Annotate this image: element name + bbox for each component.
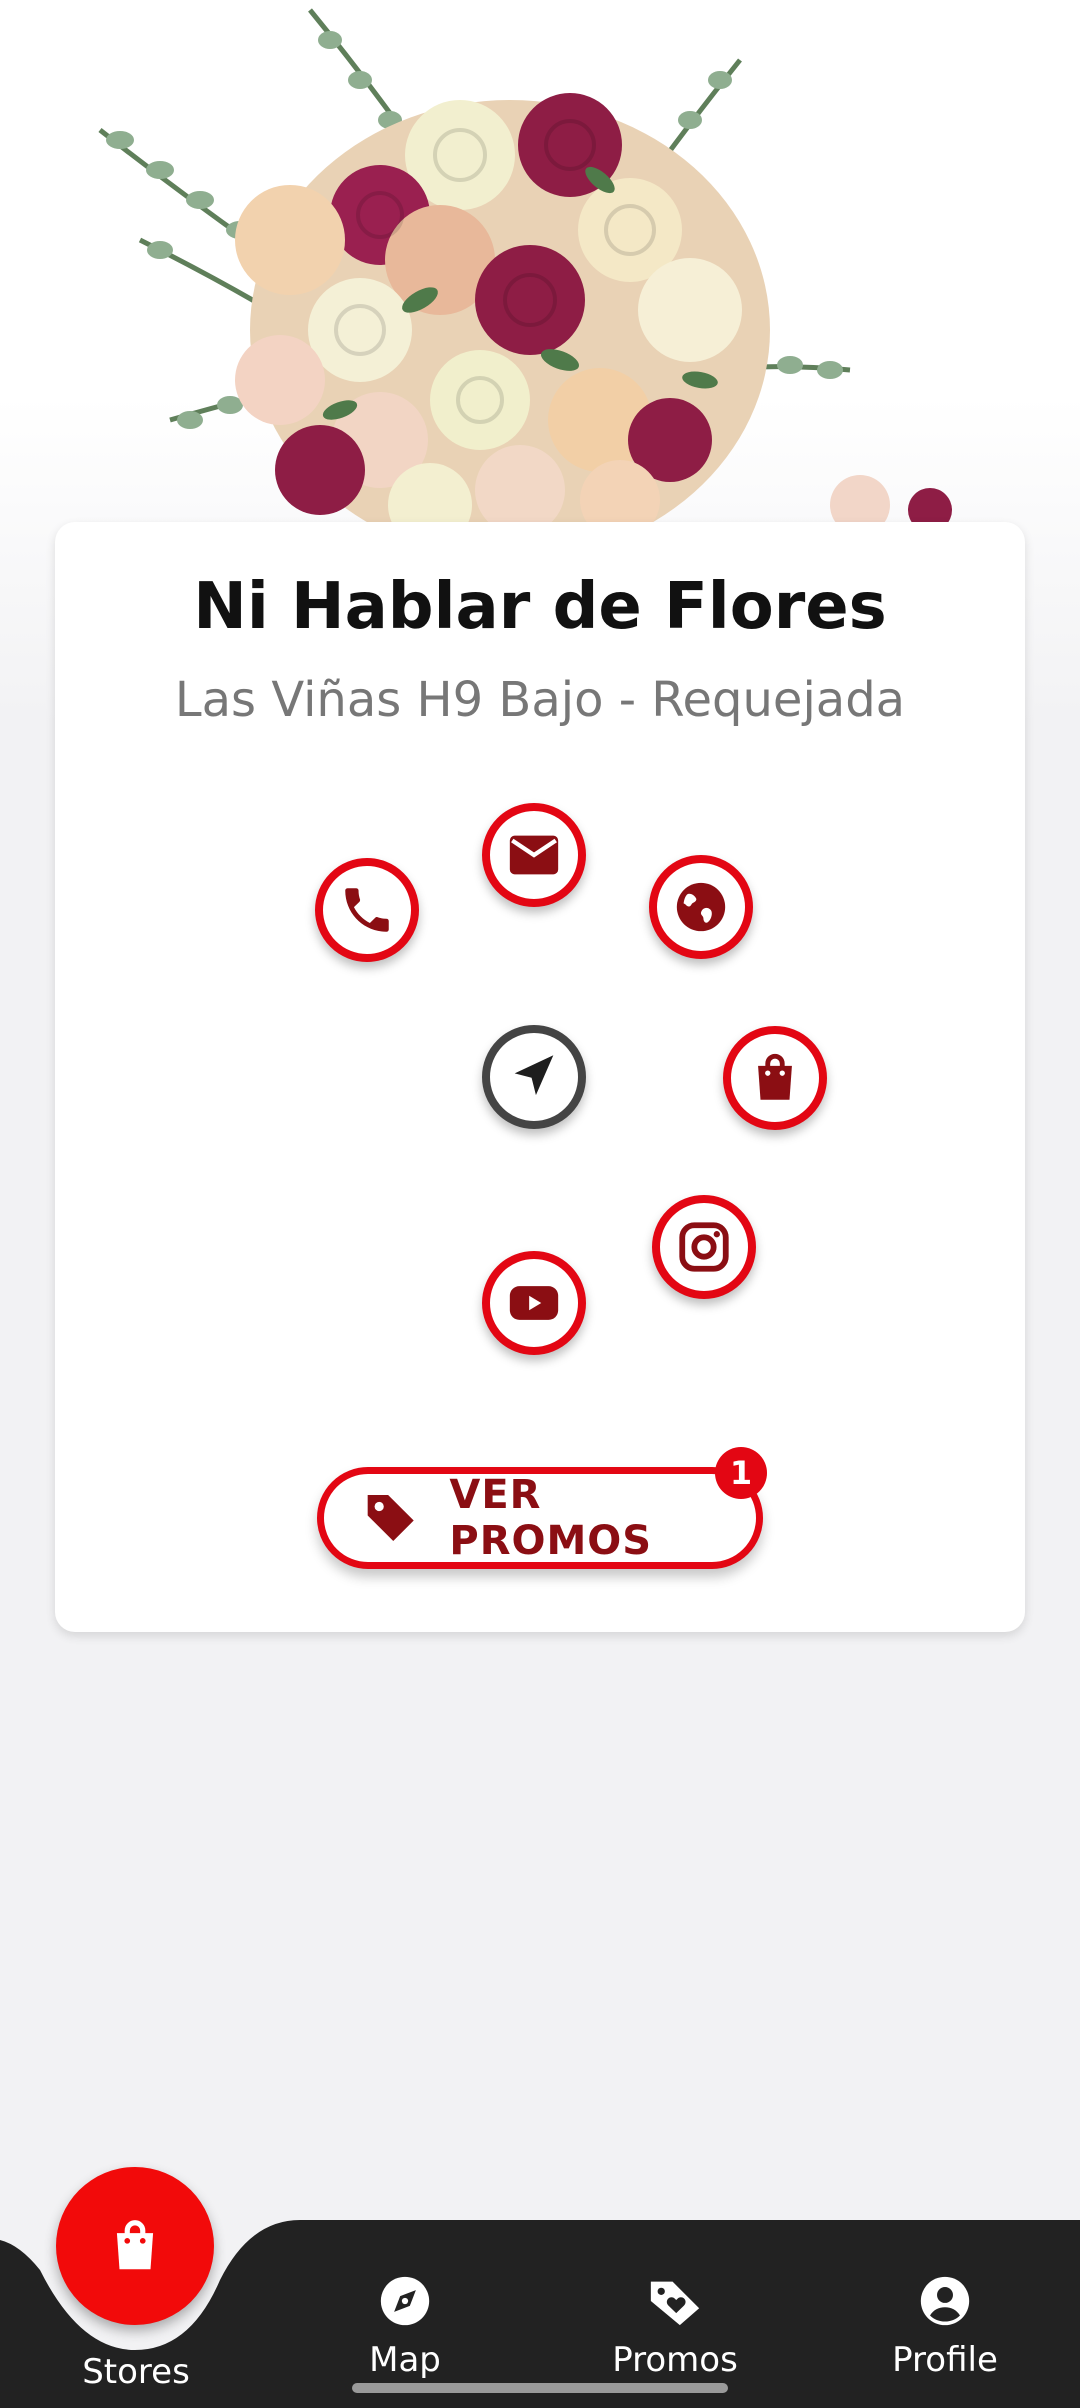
tag-icon bbox=[367, 1494, 414, 1542]
home-indicator[interactable] bbox=[352, 2383, 728, 2393]
store-address: Las Viñas H9 Bajo - Requejada bbox=[174, 672, 906, 728]
shop-button[interactable] bbox=[723, 1026, 827, 1130]
globe-icon bbox=[676, 882, 726, 932]
ver-promos-label: VER PROMOS bbox=[449, 1472, 653, 1564]
ver-promos-button[interactable]: VER PROMOS bbox=[317, 1467, 763, 1569]
directions-button[interactable] bbox=[482, 1025, 586, 1129]
nav-item-map[interactable]: Map bbox=[305, 2272, 505, 2380]
email-button[interactable] bbox=[482, 803, 586, 907]
instagram-button[interactable] bbox=[652, 1195, 756, 1299]
nav-label-profile: Profile bbox=[892, 2340, 998, 2380]
promo-count-badge: 1 bbox=[715, 1447, 767, 1499]
mail-icon bbox=[509, 835, 559, 875]
phone-icon bbox=[345, 888, 389, 932]
instagram-icon bbox=[679, 1222, 729, 1272]
shopping-bag-icon bbox=[116, 2220, 154, 2270]
compass-icon bbox=[380, 2276, 430, 2326]
youtube-button[interactable] bbox=[482, 1251, 586, 1355]
store-card: Ni Hablar de Flores Las Viñas H9 Bajo - … bbox=[55, 522, 1025, 1632]
call-button[interactable] bbox=[315, 858, 419, 962]
shopping-bag-icon bbox=[758, 1053, 792, 1100]
nav-item-profile[interactable]: Profile bbox=[845, 2272, 1045, 2380]
website-button[interactable] bbox=[649, 855, 753, 959]
store-name: Ni Hablar de Flores bbox=[193, 570, 887, 644]
nav-label-stores: Stores bbox=[82, 2352, 190, 2392]
nav-label-promos: Promos bbox=[612, 2340, 738, 2380]
user-circle-icon bbox=[920, 2276, 970, 2326]
navigation-arrow-icon bbox=[514, 1055, 554, 1096]
youtube-icon bbox=[509, 1286, 559, 1320]
nav-label-map: Map bbox=[369, 2340, 441, 2380]
stores-nav-fab[interactable] bbox=[56, 2167, 214, 2325]
heart-tag-icon bbox=[650, 2281, 700, 2326]
nav-item-promos[interactable]: Promos bbox=[575, 2272, 775, 2380]
